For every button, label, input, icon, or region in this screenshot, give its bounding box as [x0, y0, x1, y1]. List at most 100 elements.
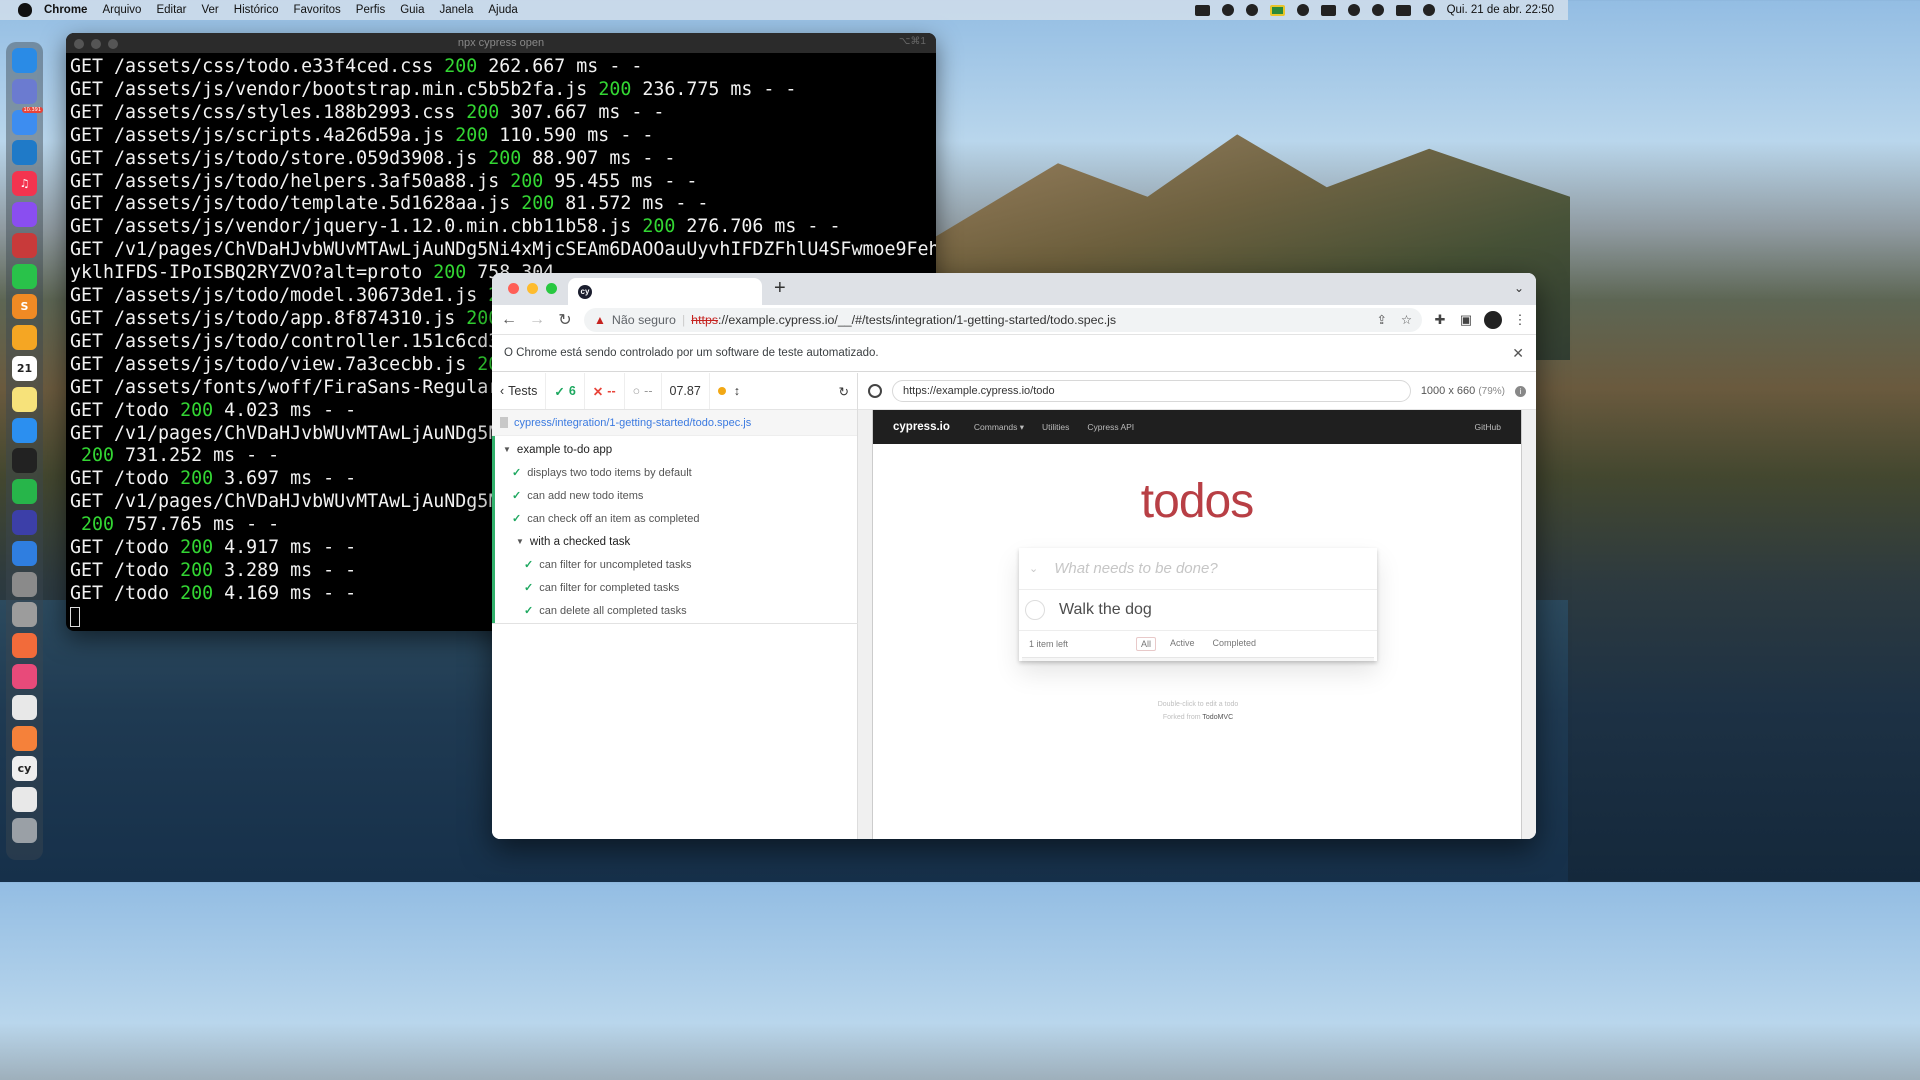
whatsapp-icon[interactable] [12, 263, 37, 289]
notes-icon[interactable] [12, 386, 37, 412]
profile-avatar-icon[interactable] [1484, 310, 1502, 329]
menu-janela[interactable]: Janela [440, 4, 474, 16]
cypress-icon[interactable]: cy [12, 756, 37, 782]
address-bar[interactable]: ▲ Não seguro | https://example.cypress.i… [584, 307, 1422, 332]
new-tab-button[interactable]: + [774, 277, 786, 300]
app2-icon[interactable] [12, 663, 37, 689]
todo-checkbox[interactable] [1025, 600, 1045, 620]
menu-guia[interactable]: Guia [400, 4, 424, 16]
close-icon[interactable]: ✕ [1512, 345, 1524, 362]
menubar-clock[interactable]: Qui. 21 de abr. 22:50 [1447, 4, 1554, 16]
menu-historico[interactable]: Histórico [234, 4, 279, 16]
info-icon[interactable]: i [1515, 385, 1526, 397]
minimize-button[interactable] [527, 283, 538, 294]
site-brand-link[interactable]: cypress.io [893, 421, 950, 433]
firefox-icon[interactable] [12, 725, 37, 751]
tests-back-button[interactable]: ‹ Tests [492, 373, 547, 409]
filter-all[interactable]: All [1136, 637, 1157, 651]
numbers-icon[interactable] [12, 479, 37, 505]
more-menu-icon[interactable]: ⋮ [1512, 312, 1528, 328]
subsuite-row[interactable]: ▼ with a checked task [495, 530, 857, 553]
filter-completed[interactable]: Completed [1209, 637, 1261, 651]
music-icon[interactable]: ♫ [12, 171, 37, 197]
database-icon[interactable] [12, 602, 37, 628]
test-row[interactable]: ✓ displays two todo items by default [495, 461, 857, 484]
nav-github-link[interactable]: GitHub [1475, 422, 1501, 432]
cloud-status-icon[interactable] [1221, 4, 1234, 16]
test-row[interactable]: ✓ can filter for completed tasks [495, 576, 857, 599]
photos-icon[interactable] [12, 325, 37, 351]
chrome-icon[interactable] [12, 694, 37, 720]
messages-status-icon[interactable] [1194, 4, 1210, 16]
bookmark-star-icon[interactable]: ☆ [1401, 312, 1412, 327]
toggle-all-chevron-icon[interactable]: ⌄ [1029, 562, 1038, 575]
menu-arquivo[interactable]: Arquivo [102, 4, 141, 16]
chrome2-icon[interactable] [12, 787, 37, 813]
security-label[interactable]: Não seguro [612, 313, 676, 327]
extensions-puzzle-icon[interactable]: ✚ [1432, 312, 1448, 328]
siri-icon[interactable] [1422, 4, 1435, 16]
test-row[interactable]: ✓ can check off an item as completed [495, 507, 857, 530]
rerun-button[interactable]: ↻ [831, 373, 857, 409]
trash-icon[interactable] [12, 817, 37, 843]
spec-path[interactable]: cypress/integration/1-getting-started/to… [492, 410, 857, 436]
aut-url-field[interactable]: https://example.cypress.io/todo [892, 380, 1411, 402]
terminal-icon[interactable] [12, 448, 37, 474]
warning-icon[interactable]: ▲ [594, 313, 606, 327]
menu-ajuda[interactable]: Ajuda [488, 4, 517, 16]
nav-cypress-api-link[interactable]: Cypress API [1087, 422, 1134, 432]
menu-perfis[interactable]: Perfis [356, 4, 385, 16]
side-panel-icon[interactable]: ▣ [1458, 312, 1474, 328]
test-row[interactable]: ✓ can add new todo items [495, 484, 857, 507]
menu-ver[interactable]: Ver [202, 4, 219, 16]
sourcetree-icon[interactable] [12, 540, 37, 566]
test-row[interactable]: ✓ can delete all completed tasks [495, 599, 857, 622]
tab-cypress[interactable]: cy [568, 278, 762, 305]
close-button[interactable] [74, 39, 84, 49]
airpods-status-icon[interactable] [1245, 4, 1258, 16]
close-button[interactable] [508, 283, 519, 294]
battery-icon[interactable] [1320, 4, 1336, 16]
control-center-icon[interactable] [1395, 4, 1411, 16]
nav-commands-dropdown[interactable]: Commands ▾ [974, 422, 1024, 433]
filter-active[interactable]: Active [1166, 637, 1199, 651]
appstore-icon[interactable] [12, 417, 37, 443]
new-todo-input[interactable]: ⌄ What needs to be done? [1019, 548, 1377, 590]
wifi-icon[interactable] [1347, 4, 1360, 16]
chrome-window[interactable]: cy + ⌄ ← → ↻ ▲ Não seguro | https://exam… [492, 273, 1536, 839]
mail-icon[interactable]: 10.391 [12, 106, 43, 135]
share-icon[interactable]: ⇪ [1377, 312, 1387, 327]
vscode-icon[interactable] [12, 140, 37, 166]
forward-arrow-icon[interactable]: → [528, 311, 546, 329]
back-arrow-icon[interactable]: ← [500, 311, 518, 329]
postman-icon[interactable] [12, 633, 37, 659]
tab-search-chevron-icon[interactable]: ⌄ [1514, 281, 1524, 295]
sublime-icon[interactable]: S [12, 294, 37, 320]
reload-icon[interactable]: ↻ [556, 310, 574, 330]
todo-item[interactable]: Walk the dog [1019, 590, 1377, 631]
nav-utilities-link[interactable]: Utilities [1042, 422, 1069, 432]
viewport-size[interactable]: 1000 x 660 (79%) [1421, 385, 1505, 397]
apple-icon[interactable] [18, 3, 32, 17]
calendar-icon[interactable]: 21 [12, 355, 37, 381]
suite-row[interactable]: ▼ example to-do app [495, 438, 857, 461]
settings-icon[interactable] [12, 571, 37, 597]
menu-app-name[interactable]: Chrome [44, 4, 87, 16]
auto-scroll-icon[interactable]: ↕ [734, 384, 740, 398]
minimize-button[interactable] [91, 39, 101, 49]
todomvc-link[interactable]: TodoMVC [1202, 714, 1233, 721]
spotlight-search-icon[interactable] [1371, 4, 1384, 16]
zoom-button[interactable] [546, 283, 557, 294]
input-source-flag-icon[interactable] [1269, 4, 1285, 16]
bluetooth-icon[interactable] [1296, 4, 1309, 16]
menu-editar[interactable]: Editar [156, 4, 186, 16]
todo-item-label[interactable]: Walk the dog [1059, 601, 1152, 619]
selector-playground-crosshair-icon[interactable] [868, 384, 882, 398]
finder-icon[interactable] [12, 48, 37, 73]
messenger-icon[interactable] [12, 201, 37, 227]
terminal-titlebar[interactable]: npx cypress open ⌥⌘1 [66, 33, 936, 53]
menu-favoritos[interactable]: Favoritos [294, 4, 341, 16]
zoom-button[interactable] [108, 39, 118, 49]
test-row[interactable]: ✓ can filter for uncompleted tasks [495, 553, 857, 576]
app-icon[interactable] [12, 232, 37, 258]
